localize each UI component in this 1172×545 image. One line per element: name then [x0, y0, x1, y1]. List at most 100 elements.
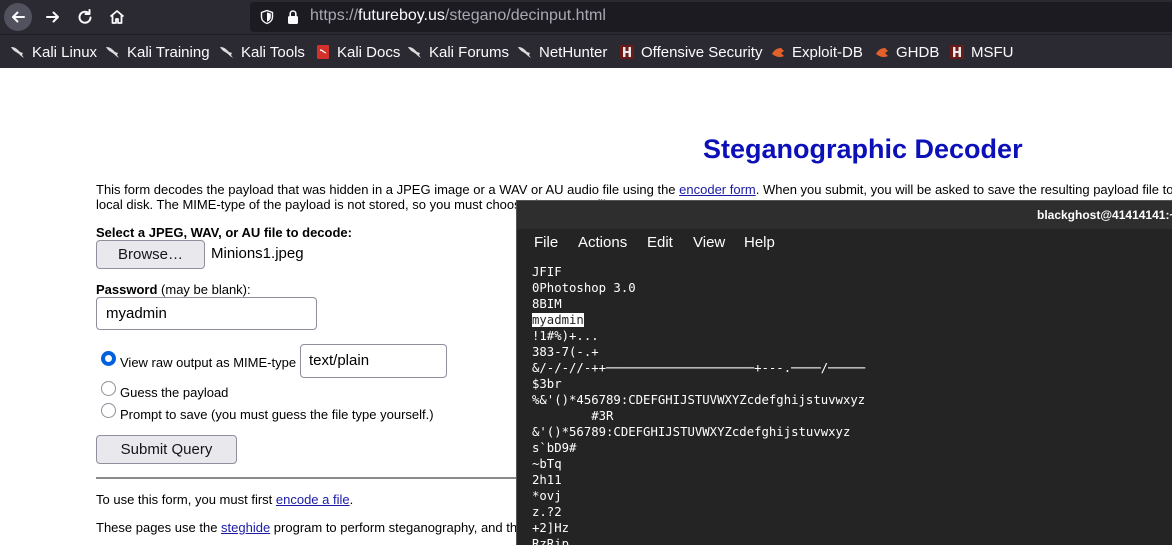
- terminal-line-highlighted: myadmin: [532, 312, 865, 328]
- terminal-line: JFIF: [532, 265, 562, 279]
- bookmark-label: Kali Forums: [429, 43, 510, 61]
- exploit-db-icon: [772, 48, 784, 58]
- reload-icon: [78, 9, 92, 24]
- reload-button[interactable]: [71, 3, 99, 31]
- radio-guess-payload[interactable]: [101, 381, 116, 396]
- bookmarks-bar: Kali Linux Kali Training Kali Tools Kali…: [0, 34, 1172, 68]
- terminal-menu-actions[interactable]: Actions: [578, 234, 627, 251]
- steghide-link[interactable]: steghide: [221, 520, 270, 535]
- forward-button[interactable]: [39, 3, 67, 31]
- terminal-menu-view[interactable]: View: [693, 234, 725, 251]
- terminal-line: 8BIM: [532, 297, 562, 311]
- terminal-line: z.?2: [532, 505, 562, 519]
- terminal-line: 0Photoshop 3.0: [532, 281, 636, 295]
- terminal-line: ~bTq: [532, 457, 562, 471]
- terminal-menu-edit[interactable]: Edit: [647, 234, 673, 251]
- url-bar[interactable]: https://futureboy.us/stegano/decinput.ht…: [250, 2, 1172, 32]
- home-icon: [109, 10, 125, 24]
- url-domain: futureboy.us: [358, 7, 445, 24]
- terminal-line: RzRip: [532, 537, 570, 545]
- kali-dragon-icon: [518, 47, 531, 58]
- password-label-hint: (may be blank):: [157, 282, 251, 297]
- bookmark-label: MSFU: [971, 43, 1014, 61]
- browser-toolbar: https://futureboy.us/stegano/decinput.ht…: [0, 0, 1172, 34]
- terminal-line: $3br: [532, 377, 562, 391]
- terminal-menu-help[interactable]: Help: [744, 234, 775, 251]
- terminal-output[interactable]: JFIF 0Photoshop 3.0 8BIM myadmin !1#%)+.…: [532, 264, 865, 545]
- footer-encode-end: .: [349, 492, 354, 507]
- encode-file-link[interactable]: encode a file: [276, 492, 350, 507]
- radio-view-raw-output[interactable]: [101, 351, 116, 366]
- radio-prompt-to-save[interactable]: [101, 403, 116, 418]
- footer-encode-text: To use this form, you must first: [96, 492, 276, 507]
- kali-docs-icon: [317, 45, 329, 59]
- terminal-title: blackghost@41414141:~: [1037, 208, 1172, 222]
- radio-label-view-raw-output: View raw output as MIME-type: [120, 355, 297, 370]
- radio-label-guess-payload: Guess the payload: [120, 385, 229, 400]
- url-scheme: https://: [310, 7, 359, 24]
- bookmark-label: NetHunter: [539, 43, 608, 61]
- terminal-line: +2]Hz: [532, 521, 570, 535]
- footer-encode-note: To use this form, you must first encode …: [96, 492, 353, 507]
- footer-steghide-text: These pages use the: [96, 520, 222, 535]
- url-path: /stegano/decinput.html: [444, 7, 606, 24]
- arrow-right-icon: [46, 11, 59, 23]
- terminal-line: &'()*56789:CDEFGHIJSTUVWXYZcdefghijstuvw…: [532, 425, 851, 439]
- kali-dragon-icon: [408, 47, 421, 58]
- offsec-icon: [950, 45, 964, 59]
- bookmark-kali-forums[interactable]: Kali Forums: [407, 42, 509, 62]
- bookmark-label: Kali Docs: [337, 43, 401, 61]
- url-text[interactable]: https://futureboy.us/stegano/decinput.ht…: [310, 7, 606, 25]
- page-title: Steganographic Decoder: [703, 134, 1023, 164]
- terminal-window[interactable]: blackghost@41414141:~ File Actions Edit …: [516, 200, 1172, 545]
- terminal-line: 383-7(-.+: [532, 345, 599, 359]
- selected-file-name: Minions1.jpeg: [211, 245, 304, 262]
- terminal-line: &/-/-//-++────────────────────+---.────/…: [532, 361, 866, 375]
- highlighted-password-text: myadmin: [532, 313, 584, 327]
- terminal-line: s`bD9#: [532, 441, 577, 455]
- home-button[interactable]: [103, 3, 131, 31]
- terminal-line: 2h11: [532, 473, 562, 487]
- offsec-icon: [620, 45, 634, 59]
- terminal-menu-file[interactable]: File: [534, 234, 558, 251]
- bookmark-label: GHDB: [896, 43, 940, 61]
- password-label: Password (may be blank):: [96, 282, 251, 297]
- bookmark-kali-training[interactable]: Kali Training: [105, 42, 210, 62]
- terminal-line: %&'()*456789:CDEFGHIJSTUVWXYZcdefghijstu…: [532, 393, 866, 407]
- bookmark-label: Kali Tools: [241, 43, 305, 61]
- terminal-line: !1#%)+...: [532, 329, 599, 343]
- bookmark-kali-tools[interactable]: Kali Tools: [219, 42, 305, 62]
- password-label-bold: Password: [96, 282, 158, 297]
- kali-dragon-icon: [106, 47, 119, 58]
- bookmark-nethunter[interactable]: NetHunter: [517, 42, 607, 62]
- submit-query-button[interactable]: Submit Query: [96, 435, 237, 464]
- password-input[interactable]: myadmin: [96, 297, 317, 330]
- kali-dragon-icon: [220, 47, 233, 58]
- shield-icon[interactable]: [259, 9, 275, 25]
- terminal-line: #3R: [532, 409, 614, 423]
- bookmark-label: Exploit-DB: [792, 43, 863, 61]
- bookmark-msfu[interactable]: MSFU: [949, 42, 1014, 62]
- bookmark-kali-docs[interactable]: Kali Docs: [315, 42, 400, 62]
- exploit-db-icon: [876, 48, 888, 58]
- mime-type-input[interactable]: text/plain: [300, 344, 447, 378]
- lock-icon[interactable]: [286, 9, 300, 25]
- terminal-line: *ovj: [532, 489, 562, 503]
- bookmark-label: Offensive Security: [641, 43, 763, 61]
- encoder-form-link[interactable]: encoder form: [679, 182, 756, 197]
- intro-text-start: This form decodes the payload that was h…: [96, 182, 680, 197]
- bookmark-label: Kali Linux: [32, 43, 98, 61]
- kali-dragon-icon: [11, 47, 24, 58]
- bookmark-ghdb[interactable]: GHDB: [874, 42, 939, 62]
- back-button[interactable]: [4, 3, 32, 31]
- bookmark-exploit-db[interactable]: Exploit-DB: [770, 42, 863, 62]
- bookmark-kali-linux[interactable]: Kali Linux: [10, 42, 97, 62]
- terminal-menubar: File Actions Edit View Help: [517, 229, 1172, 257]
- radio-label-prompt-to-save: Prompt to save (you must guess the file …: [120, 407, 434, 422]
- file-select-label: Select a JPEG, WAV, or AU file to decode…: [96, 225, 352, 240]
- bookmark-label: Kali Training: [127, 43, 210, 61]
- arrow-left-icon: [12, 11, 25, 23]
- terminal-titlebar[interactable]: blackghost@41414141:~: [517, 201, 1172, 229]
- browse-button[interactable]: Browse…: [96, 240, 205, 269]
- bookmark-offensive-security[interactable]: Offensive Security: [619, 42, 762, 62]
